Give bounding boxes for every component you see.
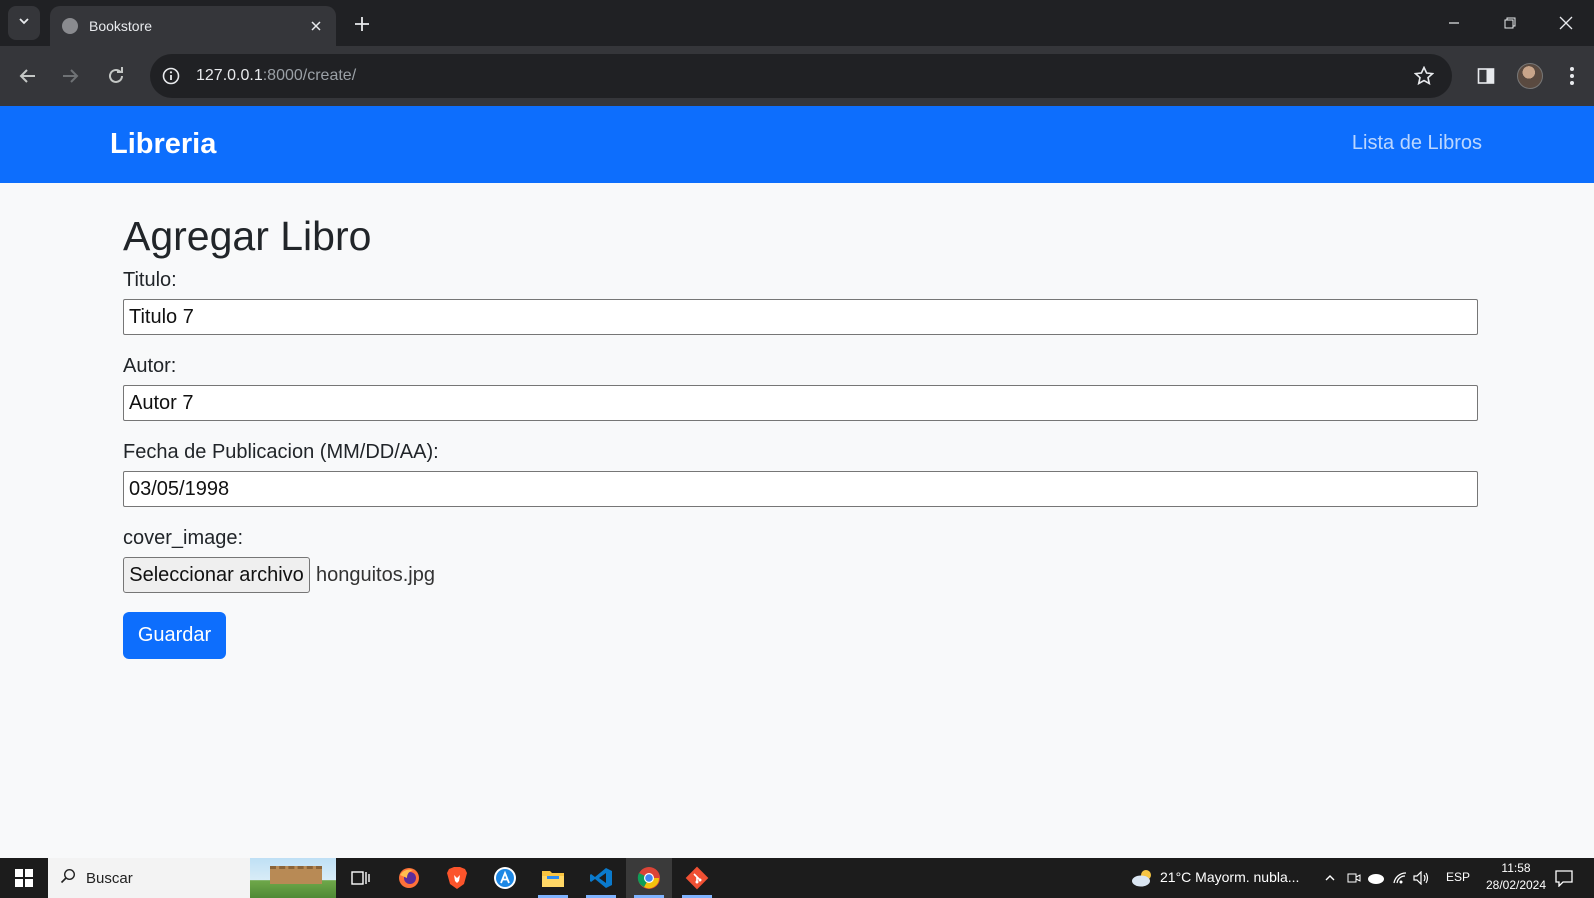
input-language[interactable]: ESP: [1446, 870, 1470, 884]
tab-search-button[interactable]: [8, 6, 40, 40]
author-label: Autor:: [123, 355, 177, 377]
browser-toolbar: 127.0.0.1:8000/create/: [0, 46, 1594, 106]
close-tab-icon[interactable]: [306, 16, 326, 36]
cover-image-label: cover_image:: [123, 527, 244, 549]
browser-tab[interactable]: Bookstore: [50, 6, 336, 46]
globe-icon: [62, 18, 78, 34]
reload-icon[interactable]: [100, 60, 132, 92]
windows-start-icon[interactable]: [0, 858, 48, 898]
new-tab-icon[interactable]: [350, 12, 374, 36]
choose-file-button[interactable]: Seleccionar archivo: [123, 557, 310, 593]
search-highlight-image: [250, 858, 336, 898]
site-navbar: Libreria Lista de Libros: [0, 106, 1594, 183]
back-arrow-icon[interactable]: [12, 60, 44, 92]
selected-file-name: honguitos.jpg: [316, 564, 435, 586]
navbar-brand[interactable]: Libreria: [110, 128, 216, 161]
chrome-icon[interactable]: [626, 858, 672, 898]
close-window-icon[interactable]: [1538, 0, 1594, 46]
author-input[interactable]: [123, 385, 1478, 421]
app-store-icon[interactable]: [482, 858, 528, 898]
volume-icon[interactable]: [1412, 868, 1432, 888]
taskbar-search[interactable]: Buscar: [48, 858, 336, 898]
avatar: [1517, 63, 1543, 89]
notification-icon[interactable]: [1554, 868, 1574, 888]
profile-avatar[interactable]: [1514, 60, 1546, 92]
vscode-icon[interactable]: [578, 858, 624, 898]
url-text: 127.0.0.1:8000/create/: [196, 67, 356, 85]
address-bar[interactable]: 127.0.0.1:8000/create/: [150, 54, 1452, 98]
firefox-icon[interactable]: [386, 858, 432, 898]
wifi-icon[interactable]: [1390, 868, 1410, 888]
title-label: Titulo:: [123, 269, 177, 291]
search-placeholder: Buscar: [86, 869, 133, 887]
clock-date: 28/02/2024: [1485, 878, 1547, 892]
forward-arrow-icon[interactable]: [54, 60, 86, 92]
kebab-menu-icon[interactable]: [1556, 60, 1588, 92]
title-input[interactable]: [123, 299, 1478, 335]
task-view-icon[interactable]: [338, 858, 384, 898]
meet-camera-icon[interactable]: [1344, 868, 1364, 888]
publication-date-input[interactable]: [123, 471, 1478, 507]
url-path: :8000/create/: [262, 67, 357, 84]
save-button[interactable]: Guardar: [123, 612, 226, 659]
browser-tab-strip: Bookstore: [0, 0, 1594, 46]
weather-text[interactable]: 21°C Mayorm. nubla...: [1160, 869, 1299, 885]
onedrive-cloud-icon[interactable]: [1366, 868, 1386, 888]
brave-icon[interactable]: [434, 858, 480, 898]
system-clock[interactable]: 11:58 28/02/2024: [1484, 860, 1548, 894]
tab-title: Bookstore: [89, 18, 153, 34]
bookmark-star-icon[interactable]: [1412, 64, 1436, 88]
git-icon[interactable]: [674, 858, 720, 898]
weather-cloud-icon[interactable]: [1130, 868, 1156, 888]
clock-time: 11:58: [1501, 861, 1531, 875]
file-explorer-icon[interactable]: [530, 858, 576, 898]
restore-icon[interactable]: [1482, 0, 1538, 46]
page-title: Agregar Libro: [123, 213, 372, 259]
side-panel-icon[interactable]: [1470, 60, 1502, 92]
publication-date-label: Fecha de Publicacion (MM/DD/AA):: [123, 441, 439, 463]
url-host: 127.0.0.1: [196, 67, 263, 84]
chevron-up-icon[interactable]: [1320, 868, 1340, 888]
windows-taskbar: Buscar 21°C Mayorm. nubla... ESP 11:58 2…: [0, 858, 1594, 898]
minimize-icon[interactable]: [1426, 0, 1482, 46]
search-icon: [60, 868, 76, 889]
chevron-down-icon: [18, 14, 30, 32]
nav-link-book-list[interactable]: Lista de Libros: [1352, 132, 1482, 155]
site-info-icon[interactable]: [158, 63, 184, 89]
